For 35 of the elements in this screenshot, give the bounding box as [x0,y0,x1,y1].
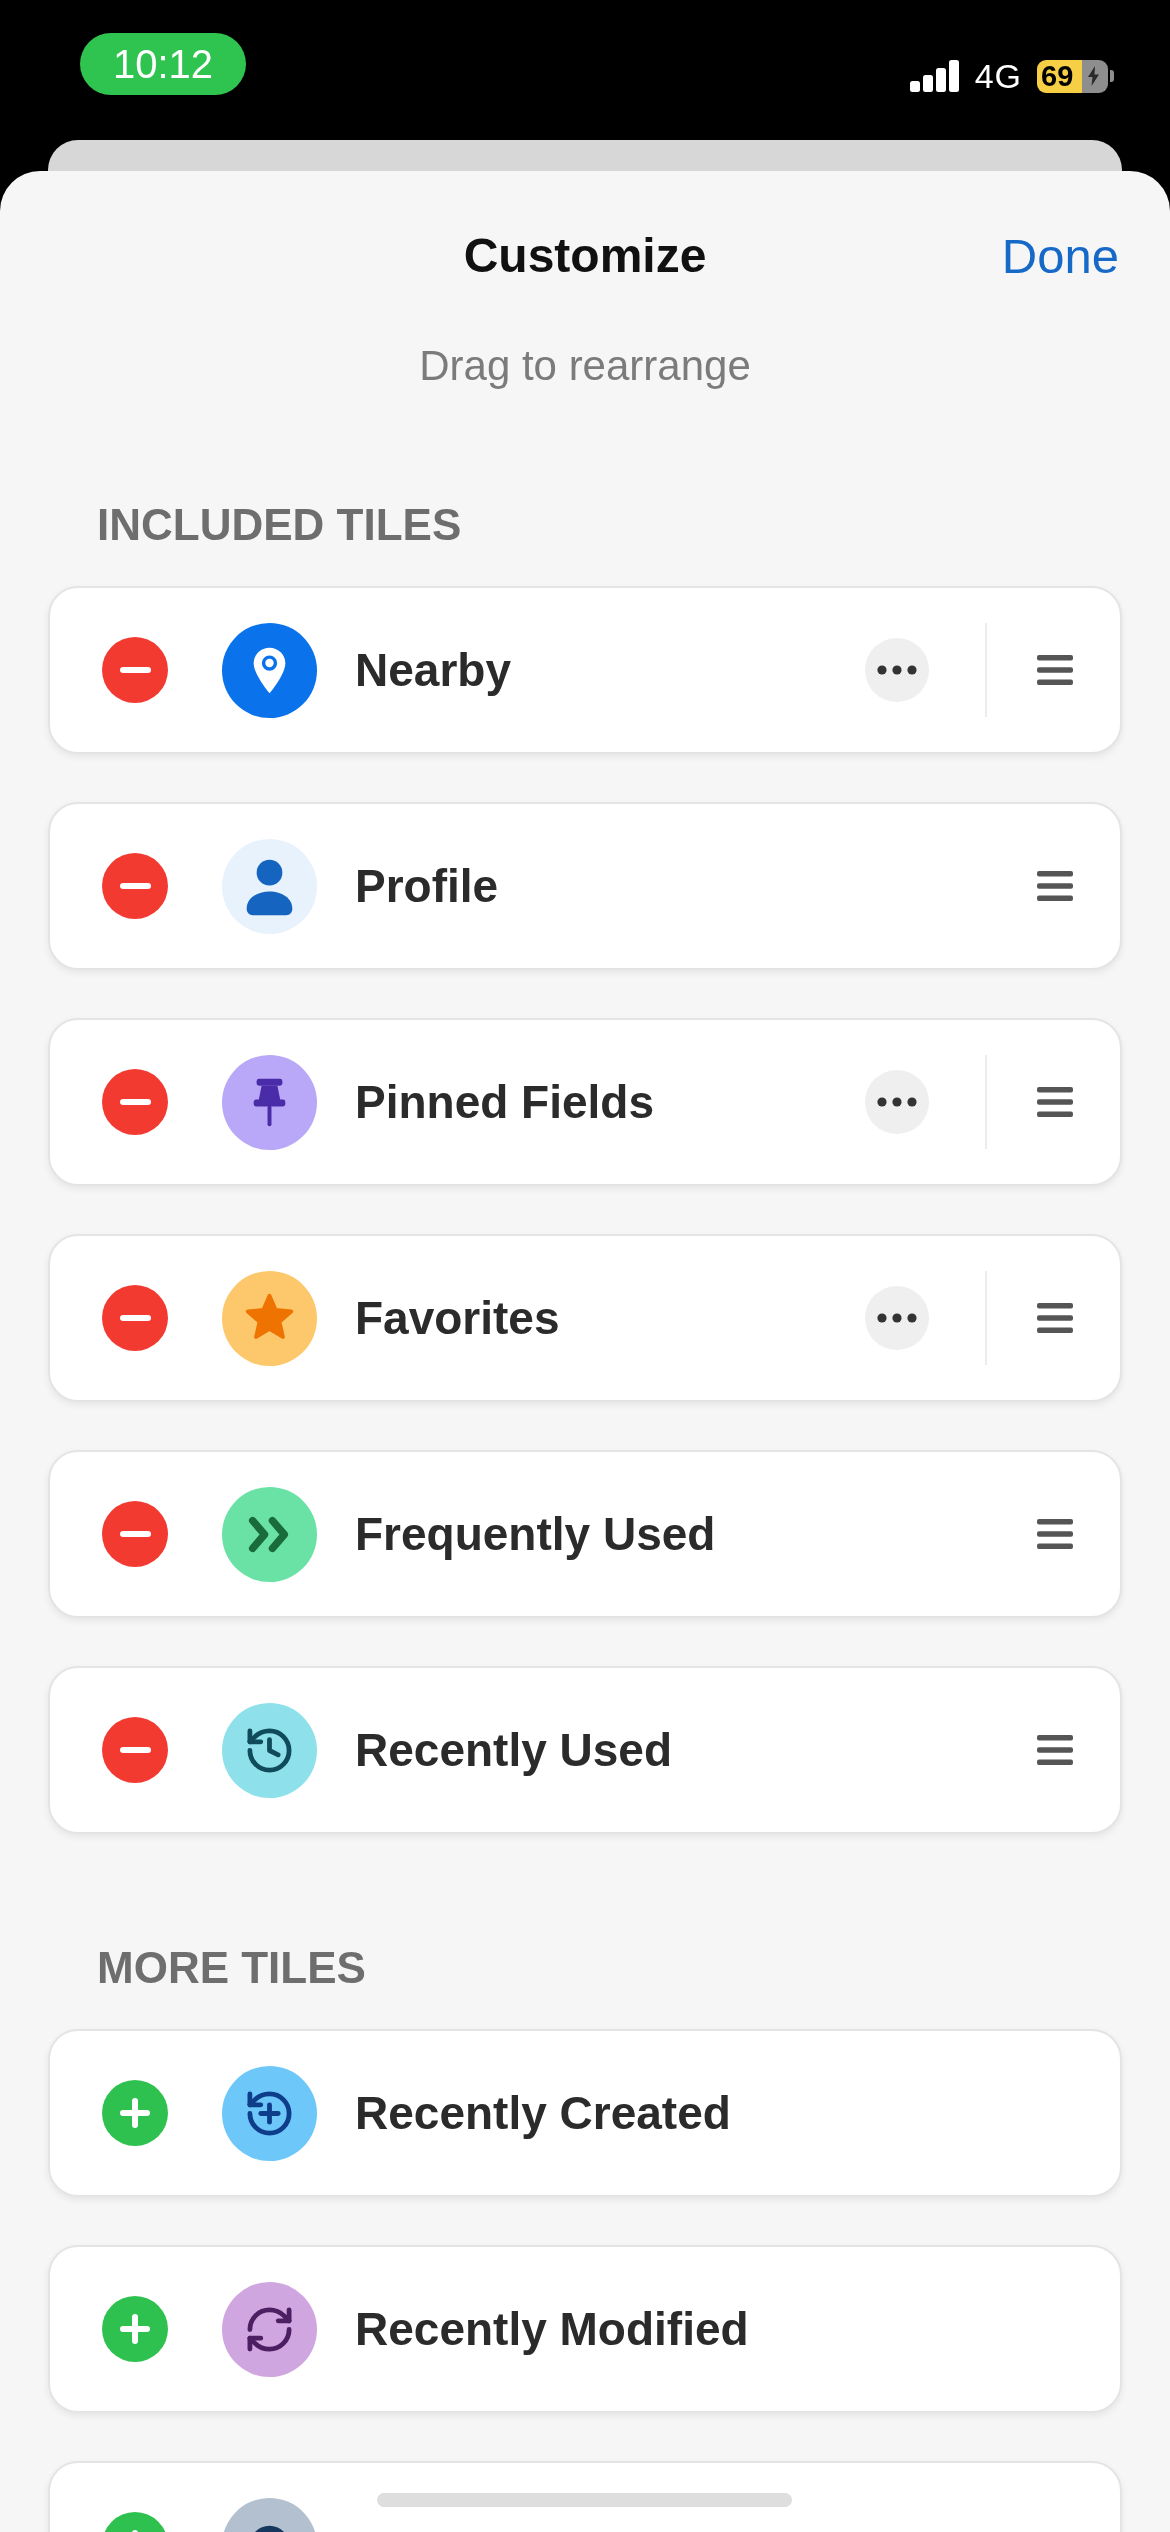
ellipsis-icon [877,1313,917,1323]
charging-bolt-icon [1088,66,1099,86]
signal-icon [909,60,960,92]
sheet-title: Customize [463,228,707,284]
instruction-text: Drag to rearrange [419,341,751,391]
done-button[interactable]: Done [1001,226,1119,286]
tile-label: Recently Created [355,2086,731,2141]
tile-label: Nearby [355,643,511,698]
minus-icon [119,1531,151,1537]
drag-handle-icon[interactable] [1037,655,1073,685]
tile-label: Recently Used [355,1723,672,1778]
minus-icon [119,883,151,889]
tile-label: Favorites [355,1291,560,1346]
clock-time: 10:12 [80,33,246,95]
drag-handle-icon[interactable] [1037,871,1073,901]
plus-icon [120,2314,150,2344]
minus-icon [119,1099,151,1105]
section-heading: INCLUDED TILES [97,499,462,551]
section-heading: MORE TILES [97,1942,366,1994]
minus-icon [119,1747,151,1753]
drag-handle-icon[interactable] [1037,1519,1073,1549]
drag-handle-icon[interactable] [1037,1087,1073,1117]
drag-handle-icon[interactable] [1037,1735,1073,1765]
minus-icon [119,667,151,673]
tile-label: Profile [355,859,499,914]
battery-percentage: 69 [1041,61,1074,91]
tile-label: Recently Modified [355,2302,749,2357]
tile-label: Pinned Fields [355,1075,655,1130]
drag-handle-icon[interactable] [1037,1303,1073,1333]
ellipsis-icon [877,1097,917,1107]
ellipsis-icon [877,665,917,675]
minus-icon [119,1315,151,1321]
plus-icon [120,2098,150,2128]
network-type: 4G [974,58,1022,94]
tile-label: Frequently Used [355,1507,716,1562]
